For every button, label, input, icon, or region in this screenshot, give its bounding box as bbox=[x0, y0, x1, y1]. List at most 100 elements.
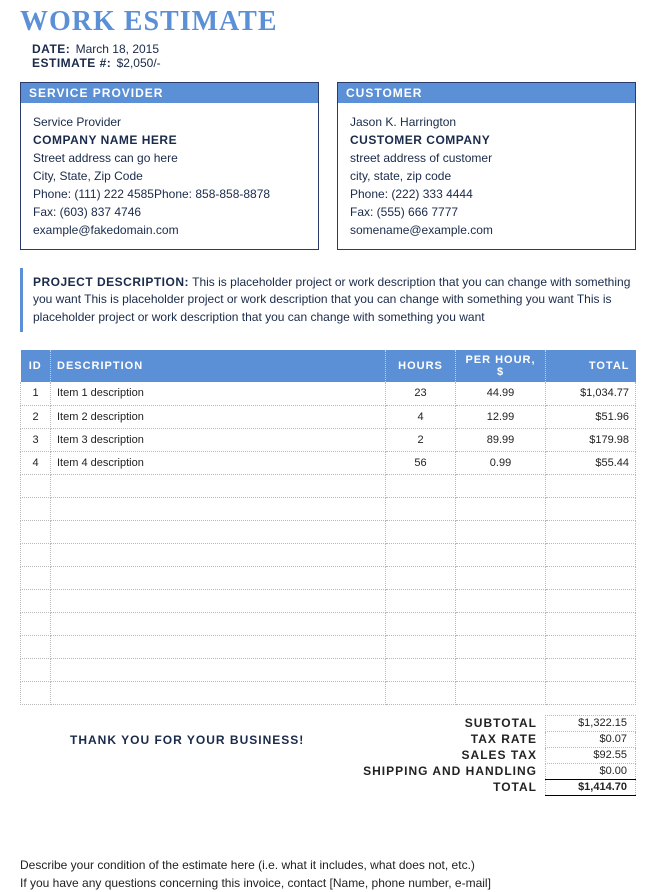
subtotal-value: $1,322.15 bbox=[546, 715, 636, 731]
cell-hours bbox=[386, 497, 456, 520]
cell-rate bbox=[456, 520, 546, 543]
provider-role: Service Provider bbox=[33, 113, 306, 131]
cell-rate bbox=[456, 589, 546, 612]
project-description: PROJECT DESCRIPTION: This is placeholder… bbox=[20, 268, 636, 332]
table-row-empty bbox=[21, 635, 636, 658]
cell-id bbox=[21, 566, 51, 589]
cell-hours bbox=[386, 681, 456, 704]
cell-rate bbox=[456, 658, 546, 681]
provider-phone: Phone: (111) 222 4585Phone: 858-858-8878 bbox=[33, 185, 306, 203]
cell-desc bbox=[51, 612, 386, 635]
cell-id bbox=[21, 589, 51, 612]
cell-total: $179.98 bbox=[546, 428, 636, 451]
cell-rate: 12.99 bbox=[456, 405, 546, 428]
table-row-empty bbox=[21, 566, 636, 589]
table-row-empty bbox=[21, 497, 636, 520]
footer-line-1: Describe your condition of the estimate … bbox=[20, 856, 636, 874]
header-meta: DATE: March 18, 2015 ESTIMATE #: $2,050/… bbox=[32, 42, 636, 70]
cell-total bbox=[546, 566, 636, 589]
cell-total bbox=[546, 681, 636, 704]
cell-total bbox=[546, 635, 636, 658]
cell-rate bbox=[456, 543, 546, 566]
customer-name: Jason K. Harrington bbox=[350, 113, 623, 131]
cell-total bbox=[546, 474, 636, 497]
subtotal-label: SUBTOTAL bbox=[355, 715, 545, 731]
cell-desc bbox=[51, 543, 386, 566]
th-hours: HOURS bbox=[386, 350, 456, 382]
cell-id bbox=[21, 497, 51, 520]
provider-street: Street address can go here bbox=[33, 149, 306, 167]
cell-id: 4 bbox=[21, 451, 51, 474]
cell-rate: 0.99 bbox=[456, 451, 546, 474]
cell-total: $1,034.77 bbox=[546, 382, 636, 405]
customer-street: street address of customer bbox=[350, 149, 623, 167]
cell-hours bbox=[386, 566, 456, 589]
customer-company: CUSTOMER COMPANY bbox=[350, 131, 623, 149]
cell-rate bbox=[456, 566, 546, 589]
cell-desc: Item 4 description bbox=[51, 451, 386, 474]
cell-id bbox=[21, 543, 51, 566]
table-row-empty bbox=[21, 589, 636, 612]
customer-box: CUSTOMER Jason K. Harrington CUSTOMER CO… bbox=[337, 82, 636, 250]
estimate-num-value: $2,050/- bbox=[117, 56, 161, 70]
th-rate: PER HOUR, $ bbox=[456, 350, 546, 382]
cell-desc bbox=[51, 520, 386, 543]
customer-header: CUSTOMER bbox=[338, 83, 635, 103]
cell-total: $51.96 bbox=[546, 405, 636, 428]
service-provider-box: SERVICE PROVIDER Service Provider COMPAN… bbox=[20, 82, 319, 250]
cell-rate: 44.99 bbox=[456, 382, 546, 405]
table-row: 3Item 3 description289.99$179.98 bbox=[21, 428, 636, 451]
footer-notes: Describe your condition of the estimate … bbox=[20, 856, 636, 892]
estimate-num-label: ESTIMATE #: bbox=[32, 56, 111, 70]
table-row: 4Item 4 description560.99$55.44 bbox=[21, 451, 636, 474]
project-desc-label: PROJECT DESCRIPTION: bbox=[33, 275, 189, 289]
cell-rate bbox=[456, 474, 546, 497]
totals-table: SUBTOTAL $1,322.15 TAX RATE $0.07 SALES … bbox=[355, 715, 636, 796]
cell-desc bbox=[51, 589, 386, 612]
cell-desc bbox=[51, 635, 386, 658]
shipping-value: $0.00 bbox=[546, 763, 636, 779]
customer-citystate: city, state, zip code bbox=[350, 167, 623, 185]
cell-rate bbox=[456, 681, 546, 704]
cell-id: 3 bbox=[21, 428, 51, 451]
table-row-empty bbox=[21, 520, 636, 543]
cell-id bbox=[21, 681, 51, 704]
cell-hours bbox=[386, 658, 456, 681]
cell-id bbox=[21, 612, 51, 635]
cell-desc bbox=[51, 497, 386, 520]
cell-id bbox=[21, 658, 51, 681]
taxrate-label: TAX RATE bbox=[355, 731, 545, 747]
table-row-empty bbox=[21, 612, 636, 635]
cell-total bbox=[546, 658, 636, 681]
cell-hours: 56 bbox=[386, 451, 456, 474]
cell-hours: 2 bbox=[386, 428, 456, 451]
salestax-value: $92.55 bbox=[546, 747, 636, 763]
table-row-empty bbox=[21, 658, 636, 681]
customer-email: somename@example.com bbox=[350, 221, 623, 239]
cell-hours: 23 bbox=[386, 382, 456, 405]
cell-total bbox=[546, 612, 636, 635]
cell-desc bbox=[51, 474, 386, 497]
provider-header: SERVICE PROVIDER bbox=[21, 83, 318, 103]
table-row: 1Item 1 description2344.99$1,034.77 bbox=[21, 382, 636, 405]
footer-line-2: If you have any questions concerning thi… bbox=[20, 874, 636, 892]
customer-phone: Phone: (222) 333 4444 bbox=[350, 185, 623, 203]
cell-id bbox=[21, 520, 51, 543]
table-row-empty bbox=[21, 474, 636, 497]
taxrate-value: $0.07 bbox=[546, 731, 636, 747]
cell-total bbox=[546, 543, 636, 566]
shipping-label: SHIPPING AND HANDLING bbox=[355, 763, 545, 779]
cell-total bbox=[546, 497, 636, 520]
cell-hours bbox=[386, 589, 456, 612]
cell-desc: Item 3 description bbox=[51, 428, 386, 451]
cell-desc: Item 2 description bbox=[51, 405, 386, 428]
thank-you-text: THANK YOU FOR YOUR BUSINESS! bbox=[20, 715, 355, 747]
table-row-empty bbox=[21, 543, 636, 566]
salestax-label: SALES TAX bbox=[355, 747, 545, 763]
customer-fax: Fax: (555) 666 7777 bbox=[350, 203, 623, 221]
th-desc: DESCRIPTION bbox=[51, 350, 386, 382]
cell-hours: 4 bbox=[386, 405, 456, 428]
table-row-empty bbox=[21, 681, 636, 704]
total-label: TOTAL bbox=[355, 779, 545, 795]
cell-hours bbox=[386, 612, 456, 635]
